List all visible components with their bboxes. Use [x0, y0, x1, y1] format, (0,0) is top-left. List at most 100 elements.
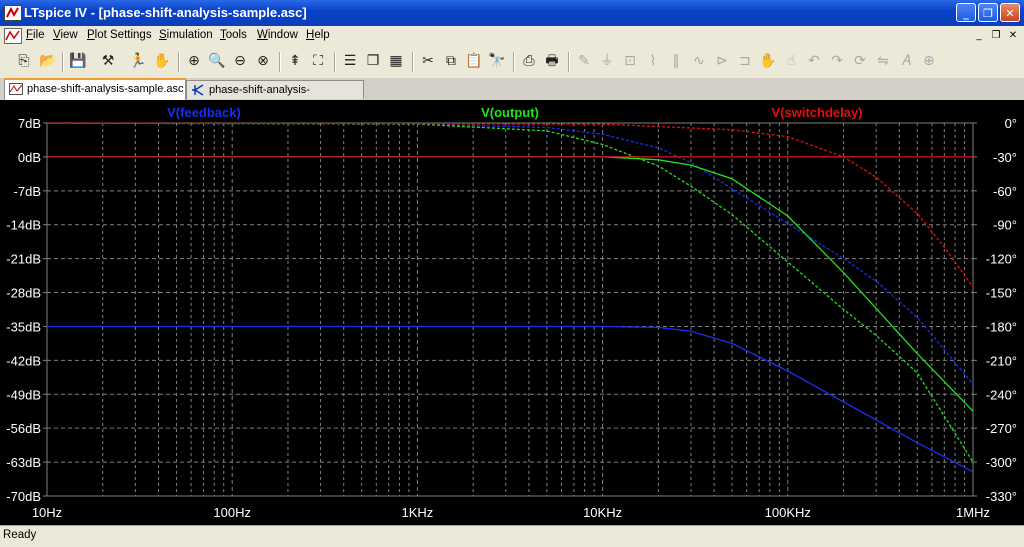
- y-tick-label-db: -63dB: [6, 455, 41, 470]
- text-icon[interactable]: 𝐴: [896, 51, 916, 71]
- cascade-icon[interactable]: ❐: [363, 51, 383, 71]
- x-tick-label: 100KHz: [765, 505, 811, 520]
- legend-voutput: V(output): [481, 105, 539, 120]
- y-tick-label-db: 0dB: [18, 150, 41, 165]
- mdi-restore-button[interactable]: ❐: [989, 29, 1003, 42]
- toolbar-separator: [62, 52, 64, 72]
- title-bar: LTspice IV - [phase-shift-analysis-sampl…: [0, 0, 1024, 26]
- menu-simulation[interactable]: Simulation: [159, 29, 213, 41]
- autorange-icon[interactable]: ⇞: [285, 51, 305, 71]
- y-tick-label-db: -28dB: [6, 286, 41, 301]
- y-tick-label-phase: -300°: [986, 455, 1017, 470]
- control-panel-icon[interactable]: ⚒: [98, 51, 118, 71]
- menu-file[interactable]: File: [26, 29, 45, 41]
- status-text: Ready: [3, 529, 37, 541]
- run-icon[interactable]: 🏃: [128, 51, 148, 71]
- menu-bar: File View Plot Settings Simulation Tools…: [0, 26, 1024, 46]
- resistor-icon[interactable]: ⌇: [643, 51, 663, 71]
- mirror-icon[interactable]: ⇋: [873, 51, 893, 71]
- schematic-icon: [191, 83, 205, 101]
- y-tick-label-db: -56dB: [6, 421, 41, 436]
- toolbar-separator: [279, 52, 281, 72]
- x-tick-label: 100Hz: [213, 505, 251, 520]
- window-title: LTspice IV - [phase-shift-analysis-sampl…: [24, 5, 307, 20]
- tab-label: phase-shift-analysis-sample.asc: [27, 83, 184, 95]
- toolbar-separator: [178, 52, 180, 72]
- component-icon[interactable]: ⊐: [735, 51, 755, 71]
- plot-background: [0, 100, 1024, 525]
- y-tick-label-phase: -330°: [986, 489, 1017, 504]
- cut-icon[interactable]: ✂: [418, 51, 438, 71]
- halt-icon[interactable]: ✋: [152, 51, 172, 71]
- open-icon[interactable]: 📂: [38, 51, 58, 71]
- toolbar-separator: [334, 52, 336, 72]
- tile-horizontal-icon[interactable]: ☰: [340, 51, 360, 71]
- document-tabs: phase-shift-analysis-sample.asc phase-sh…: [0, 78, 1024, 114]
- toolbar-separator: [412, 52, 414, 72]
- y-tick-label-phase: -30°: [993, 150, 1017, 165]
- zoom-out-icon[interactable]: ⊖: [230, 51, 250, 71]
- menu-help[interactable]: Help: [306, 29, 330, 41]
- move-icon[interactable]: ✋: [758, 51, 778, 71]
- label-net-icon[interactable]: ⊡: [620, 51, 640, 71]
- tab-waveform[interactable]: phase-shift-analysis-sample.asc: [4, 78, 186, 100]
- zoom-cancel-icon[interactable]: ⊗: [253, 51, 273, 71]
- toolbar-separator: [513, 52, 515, 72]
- waveform-plot[interactable]: 10Hz 100Hz 1KHz 10KHz 100KHz 1MHz 7dB 0° 0dB -30°…: [0, 100, 1024, 525]
- mdi-minimize-button[interactable]: _: [972, 29, 986, 42]
- minimize-button[interactable]: _: [956, 3, 976, 22]
- close-button[interactable]: ✕: [1000, 3, 1020, 22]
- y-tick-label-phase: -60°: [993, 184, 1017, 199]
- tab-schematic[interactable]: phase-shift-analysis-sample.asc: [186, 80, 364, 114]
- y-tick-label-db: -14dB: [6, 218, 41, 233]
- waveform-icon: [9, 82, 23, 100]
- paste-icon[interactable]: 📋: [464, 51, 484, 71]
- print-icon[interactable]: 🖶: [542, 51, 562, 71]
- legend-vfeedback: V(feedback): [167, 105, 241, 120]
- new-schematic-icon[interactable]: ⎘: [14, 51, 34, 71]
- y-tick-label-db: -7dB: [14, 184, 41, 199]
- menu-plot-settings[interactable]: Plot Settings: [87, 29, 152, 41]
- x-tick-label: 1KHz: [402, 505, 434, 520]
- y-tick-label-db: 7dB: [18, 116, 41, 131]
- legend-vswitchdelay: V(switchdelay): [771, 105, 862, 120]
- diode-icon[interactable]: ⊳: [712, 51, 732, 71]
- y-tick-label-phase: -270°: [986, 421, 1017, 436]
- ltspice-app-icon[interactable]: [4, 5, 22, 21]
- zoom-full-icon[interactable]: 🔍: [207, 51, 227, 71]
- undo-icon[interactable]: ↶: [804, 51, 824, 71]
- find-icon[interactable]: 🔭: [487, 51, 507, 71]
- inductor-icon[interactable]: ∿: [689, 51, 709, 71]
- y-tick-label-phase: -210°: [986, 353, 1017, 368]
- menu-window[interactable]: Window: [257, 29, 298, 41]
- ground-icon[interactable]: ⏚: [597, 51, 617, 71]
- y-tick-label-db: -21dB: [6, 252, 41, 267]
- zoom-to-fit-icon[interactable]: ⛶: [308, 51, 328, 71]
- y-tick-label-phase: -120°: [986, 252, 1017, 267]
- zoom-in-icon[interactable]: ⊕: [184, 51, 204, 71]
- waveform-chart[interactable]: 10Hz 100Hz 1KHz 10KHz 100KHz 1MHz 7dB 0° 0dB -30°…: [0, 100, 1024, 525]
- rotate-icon[interactable]: ⟳: [850, 51, 870, 71]
- maximize-button[interactable]: ❐: [978, 3, 998, 22]
- waveform-window-icon[interactable]: [4, 28, 22, 47]
- wire-icon[interactable]: ✎: [574, 51, 594, 71]
- y-tick-label-db: -42dB: [6, 353, 41, 368]
- mdi-close-button[interactable]: ✕: [1006, 29, 1020, 42]
- redo-icon[interactable]: ↷: [827, 51, 847, 71]
- print-preview-icon[interactable]: ⎙: [519, 51, 539, 71]
- toolbar: ⎘ 📂 💾 ⚒ 🏃 ✋ ⊕ 🔍 ⊖ ⊗ ⇞ ⛶ ☰ ❐ ▦ ✂ ⧉ 📋 🔭 ⎙ …: [0, 46, 1024, 79]
- menu-view[interactable]: View: [53, 29, 78, 41]
- capacitor-icon[interactable]: ‖: [666, 51, 686, 71]
- y-tick-label-db: -49dB: [6, 387, 41, 402]
- spice-directive-icon[interactable]: ⊕: [919, 51, 939, 71]
- copy-icon[interactable]: ⧉: [441, 51, 461, 71]
- drag-icon[interactable]: ☝: [781, 51, 801, 71]
- toolbar-separator: [568, 52, 570, 72]
- y-tick-label-phase: -150°: [986, 286, 1017, 301]
- y-tick-label-db: -70dB: [6, 489, 41, 504]
- save-icon[interactable]: 💾: [68, 51, 88, 71]
- menu-tools[interactable]: Tools: [220, 29, 247, 41]
- status-bar: Ready: [0, 525, 1024, 547]
- x-tick-label: 10KHz: [583, 505, 622, 520]
- tile-windows-icon[interactable]: ▦: [386, 51, 406, 71]
